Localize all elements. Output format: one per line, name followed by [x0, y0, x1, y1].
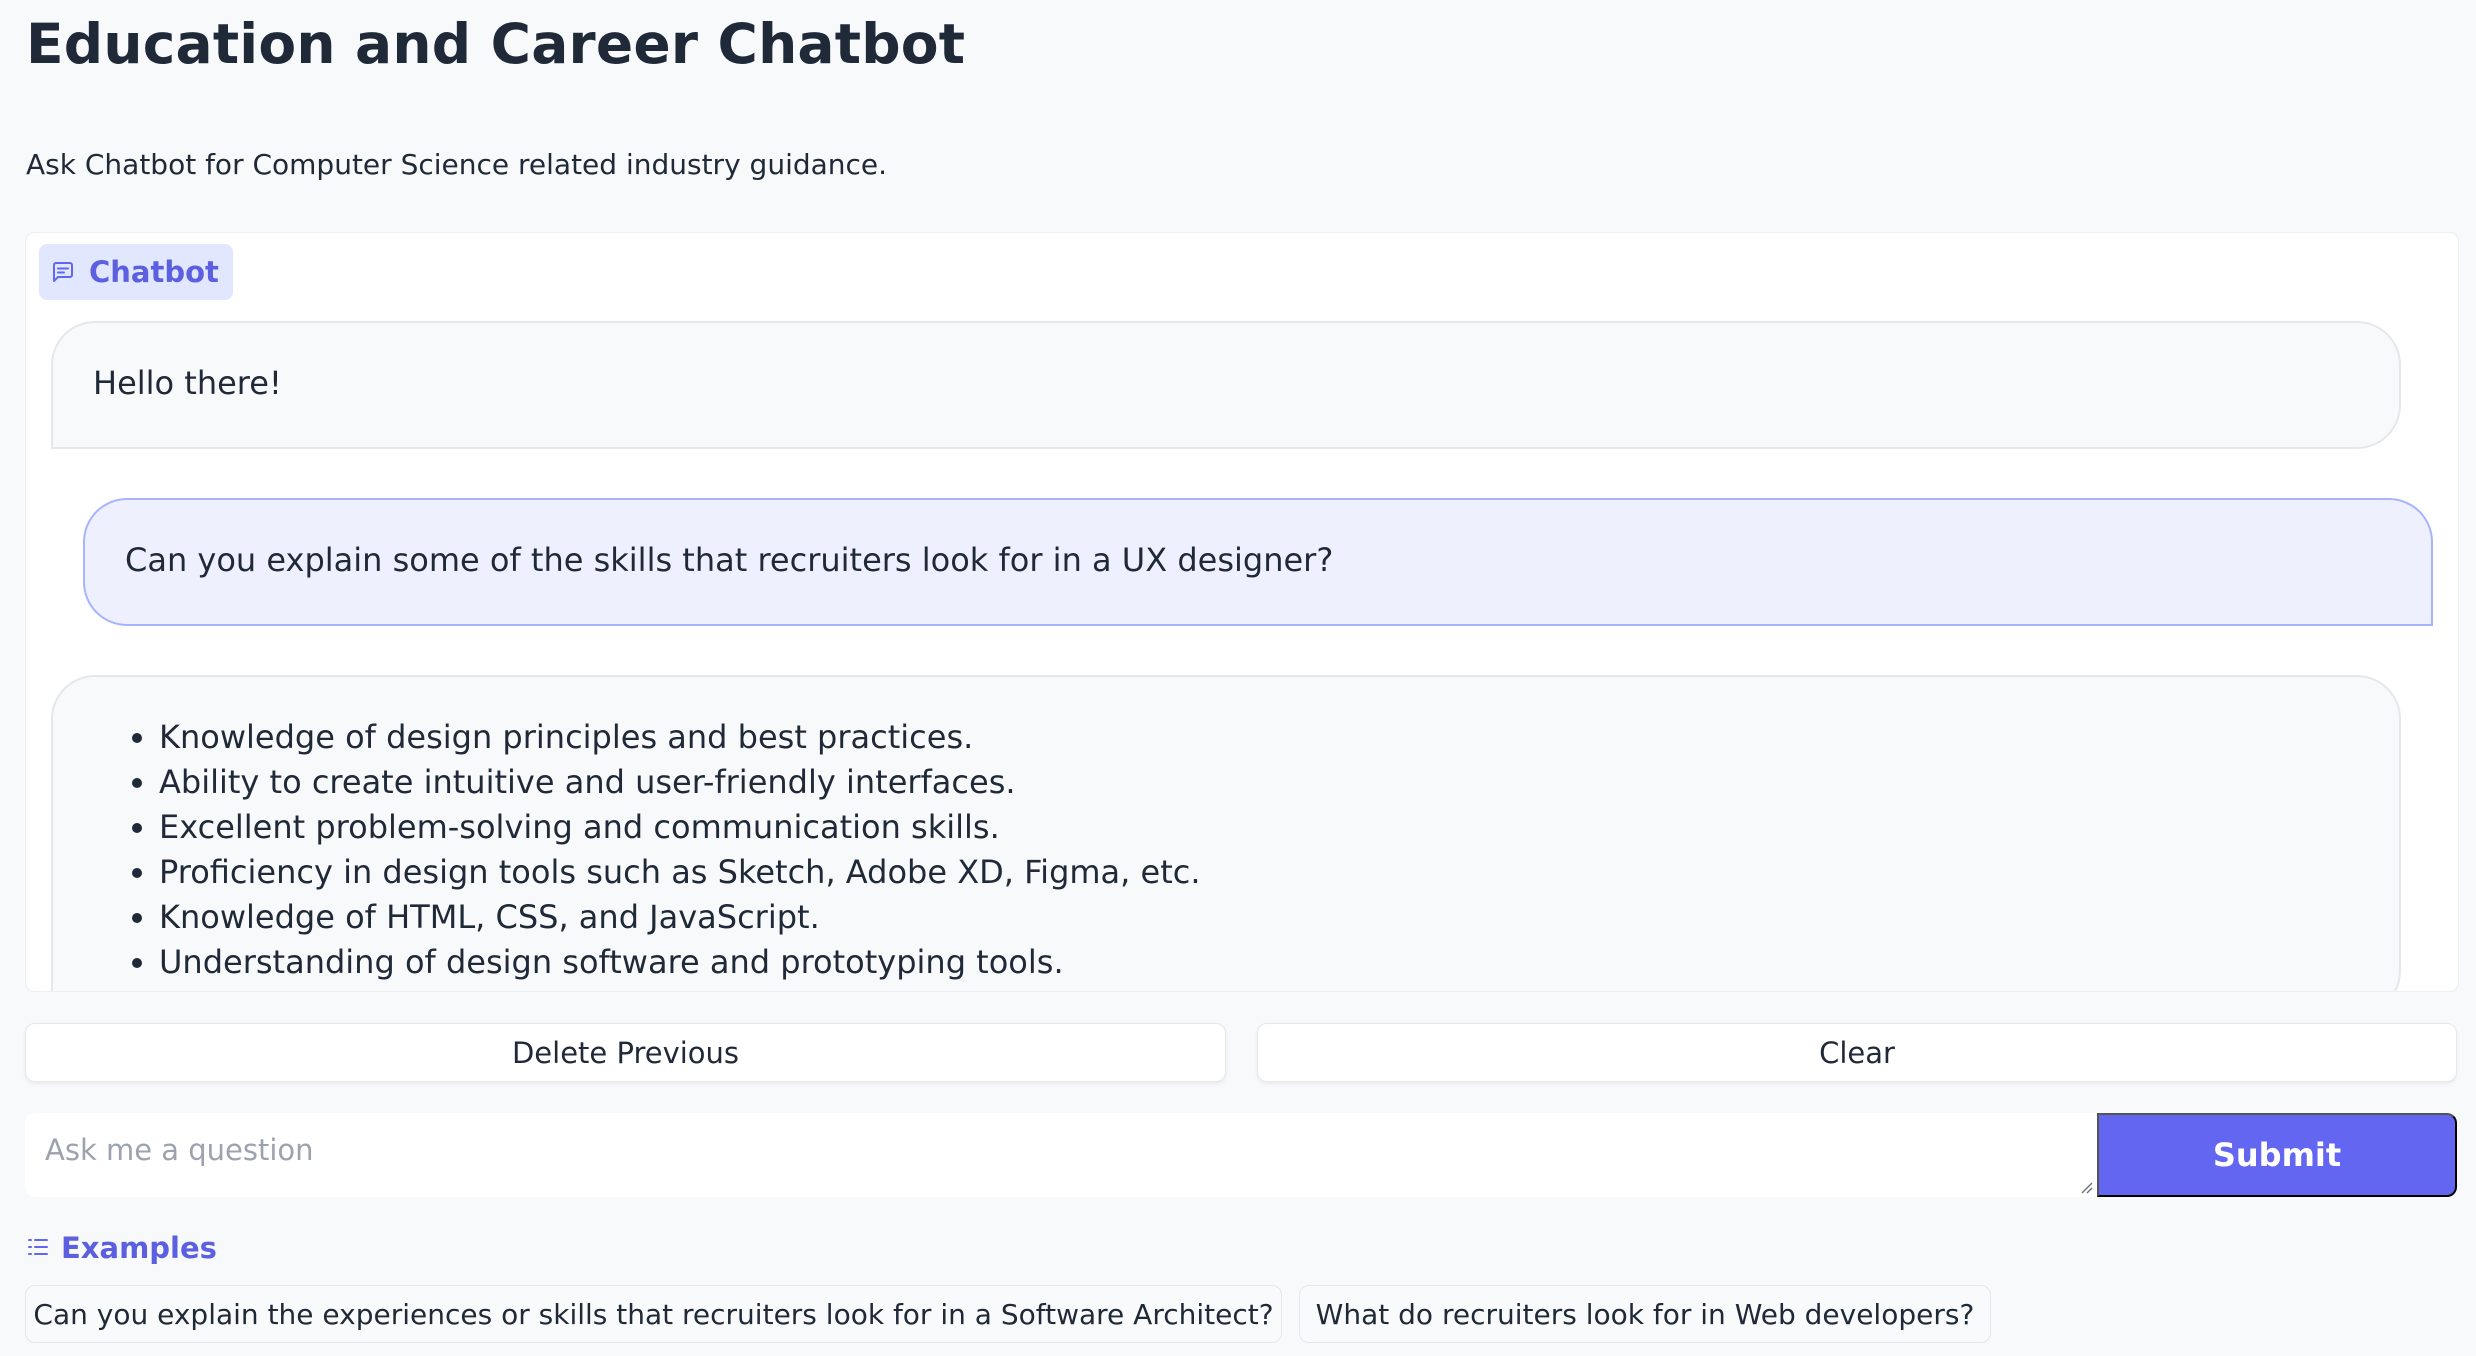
examples-header: Examples: [27, 1228, 217, 1268]
bot-message-text: Hello there!: [93, 364, 282, 402]
examples-label: Examples: [61, 1231, 217, 1265]
list-item: Proficiency in design tools such as Sket…: [159, 850, 2359, 895]
clear-button[interactable]: Clear: [1257, 1023, 2457, 1082]
list-item: Excellent problem-solving and communicat…: [159, 805, 2359, 850]
page-description: Ask Chatbot for Computer Science related…: [26, 148, 888, 181]
list-item: Knowledge of design principles and best …: [159, 715, 2359, 760]
submit-button[interactable]: Submit: [2097, 1113, 2457, 1197]
bot-message: Hello there!: [51, 321, 2401, 449]
user-message-text: Can you explain some of the skills that …: [125, 541, 1334, 579]
resize-handle-icon[interactable]: [2079, 1179, 2093, 1194]
page-title: Education and Career Chatbot: [26, 12, 966, 76]
question-input-container: [25, 1113, 2097, 1197]
list-item: Knowledge of HTML, CSS, and JavaScript.: [159, 895, 2359, 940]
user-message: Can you explain some of the skills that …: [83, 498, 2433, 626]
list-item: Understanding of design software and pro…: [159, 940, 2359, 985]
chatbot-label-badge: Chatbot: [39, 244, 233, 300]
bot-message: Knowledge of design principles and best …: [51, 675, 2401, 991]
example-chip[interactable]: Can you explain the experiences or skill…: [25, 1285, 1282, 1343]
chatbot-panel: Chatbot Hello there! Can you explain som…: [25, 232, 2459, 992]
list-icon: [27, 1231, 49, 1265]
chat-icon: [51, 260, 75, 284]
chatbot-label: Chatbot: [89, 255, 219, 289]
example-chip[interactable]: What do recruiters look for in Web devel…: [1299, 1285, 1991, 1343]
bot-message-list: Knowledge of design principles and best …: [93, 715, 2359, 985]
question-input[interactable]: [25, 1113, 2097, 1197]
delete-previous-button[interactable]: Delete Previous: [25, 1023, 1226, 1082]
list-item: Ability to create intuitive and user-fri…: [159, 760, 2359, 805]
